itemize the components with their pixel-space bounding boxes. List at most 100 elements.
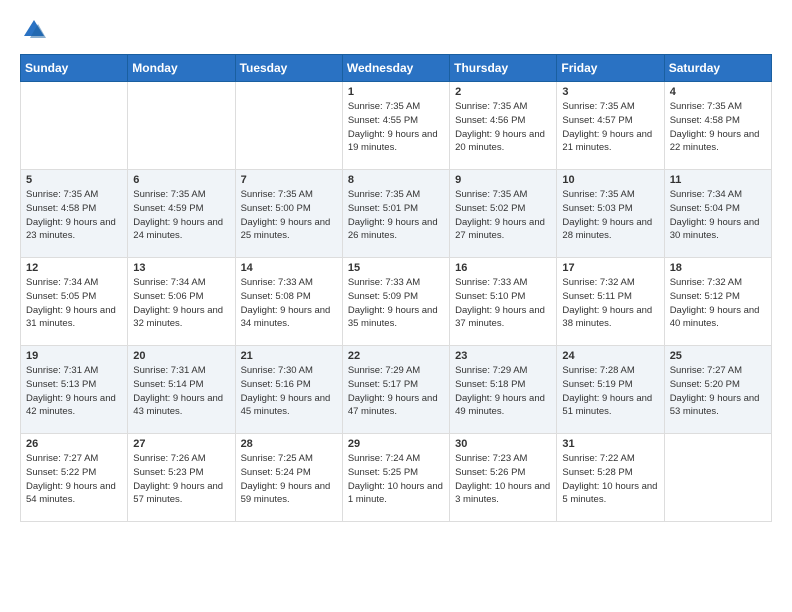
day-info: Sunrise: 7:22 AMSunset: 5:28 PMDaylight:… xyxy=(562,452,658,507)
day-number: 21 xyxy=(241,350,337,362)
day-number: 30 xyxy=(455,438,551,450)
calendar-cell: 27Sunrise: 7:26 AMSunset: 5:23 PMDayligh… xyxy=(128,434,235,522)
calendar-cell: 20 Sunrise: 7:31 AMSunset: 5:14 PMDayligh… xyxy=(128,346,235,434)
day-info: Sunrise: 7:27 AMSunset: 5:20 PMDaylight:… xyxy=(670,364,766,419)
day-info: Sunrise: 7:30 AMSunset: 5:16 PMDaylight:… xyxy=(241,364,337,419)
day-number: 23 xyxy=(455,350,551,362)
day-number: 3 xyxy=(562,86,658,98)
calendar-week-2: 5 Sunrise: 7:35 AMSunset: 4:58 PMDaylight… xyxy=(21,170,772,258)
calendar-cell: 3 Sunrise: 7:35 AMSunset: 4:57 PMDaylight… xyxy=(557,82,664,170)
day-info: Sunrise: 7:34 AMSunset: 5:06 PMDaylight:… xyxy=(133,276,229,331)
day-info: Sunrise: 7:35 AMSunset: 4:56 PMDaylight:… xyxy=(455,100,551,155)
weekday-header-saturday: Saturday xyxy=(664,55,771,82)
day-number: 13 xyxy=(133,262,229,274)
calendar-cell: 2Sunrise: 7:35 AMSunset: 4:56 PMDaylight… xyxy=(450,82,557,170)
weekday-header-friday: Friday xyxy=(557,55,664,82)
calendar-cell: 17Sunrise: 7:32 AMSunset: 5:11 PMDayligh… xyxy=(557,258,664,346)
day-number: 28 xyxy=(241,438,337,450)
day-number: 29 xyxy=(348,438,444,450)
day-number: 7 xyxy=(241,174,337,186)
day-number: 12 xyxy=(26,262,122,274)
logo-icon xyxy=(20,16,48,44)
day-info: Sunrise: 7:35 AMSunset: 5:03 PMDaylight:… xyxy=(562,188,658,243)
day-info: Sunrise: 7:31 AMSunset: 5:13 PMDaylight:… xyxy=(26,364,122,419)
calendar-cell: 30 Sunrise: 7:23 AMSunset: 5:26 PMDayligh… xyxy=(450,434,557,522)
calendar-cell: 9 Sunrise: 7:35 AMSunset: 5:02 PMDaylight… xyxy=(450,170,557,258)
calendar-cell: 1 Sunrise: 7:35 AMSunset: 4:55 PMDaylight… xyxy=(342,82,449,170)
day-info: Sunrise: 7:23 AMSunset: 5:26 PMDaylight:… xyxy=(455,452,551,507)
day-info: Sunrise: 7:34 AMSunset: 5:04 PMDaylight:… xyxy=(670,188,766,243)
calendar-cell: 29Sunrise: 7:24 AMSunset: 5:25 PMDayligh… xyxy=(342,434,449,522)
day-info: Sunrise: 7:35 AMSunset: 5:00 PMDaylight:… xyxy=(241,188,337,243)
day-number: 18 xyxy=(670,262,766,274)
weekday-header-wednesday: Wednesday xyxy=(342,55,449,82)
day-number: 11 xyxy=(670,174,766,186)
calendar-cell: 18 Sunrise: 7:32 AMSunset: 5:12 PMDayligh… xyxy=(664,258,771,346)
weekday-header-thursday: Thursday xyxy=(450,55,557,82)
day-info: Sunrise: 7:35 AMSunset: 4:58 PMDaylight:… xyxy=(26,188,122,243)
calendar-cell xyxy=(664,434,771,522)
calendar-cell xyxy=(128,82,235,170)
calendar-week-5: 26 Sunrise: 7:27 AMSunset: 5:22 PMDayligh… xyxy=(21,434,772,522)
calendar-cell xyxy=(21,82,128,170)
calendar-table: SundayMondayTuesdayWednesdayThursdayFrid… xyxy=(20,54,772,522)
calendar-cell: 25 Sunrise: 7:27 AMSunset: 5:20 PMDayligh… xyxy=(664,346,771,434)
day-info: Sunrise: 7:33 AMSunset: 5:10 PMDaylight:… xyxy=(455,276,551,331)
day-number: 20 xyxy=(133,350,229,362)
day-number: 19 xyxy=(26,350,122,362)
day-number: 9 xyxy=(455,174,551,186)
day-number: 1 xyxy=(348,86,444,98)
day-number: 22 xyxy=(348,350,444,362)
calendar-cell: 19 Sunrise: 7:31 AMSunset: 5:13 PMDayligh… xyxy=(21,346,128,434)
calendar-cell: 7 Sunrise: 7:35 AMSunset: 5:00 PMDaylight… xyxy=(235,170,342,258)
day-info: Sunrise: 7:29 AMSunset: 5:17 PMDaylight:… xyxy=(348,364,444,419)
day-number: 15 xyxy=(348,262,444,274)
day-info: Sunrise: 7:32 AMSunset: 5:11 PMDaylight:… xyxy=(562,276,658,331)
calendar-cell: 13 Sunrise: 7:34 AMSunset: 5:06 PMDayligh… xyxy=(128,258,235,346)
day-number: 27 xyxy=(133,438,229,450)
day-info: Sunrise: 7:35 AMSunset: 4:55 PMDaylight:… xyxy=(348,100,444,155)
day-info: Sunrise: 7:28 AMSunset: 5:19 PMDaylight:… xyxy=(562,364,658,419)
calendar-cell: 28 Sunrise: 7:25 AMSunset: 5:24 PMDayligh… xyxy=(235,434,342,522)
calendar-cell: 31 Sunrise: 7:22 AMSunset: 5:28 PMDayligh… xyxy=(557,434,664,522)
calendar-week-1: 1 Sunrise: 7:35 AMSunset: 4:55 PMDaylight… xyxy=(21,82,772,170)
day-info: Sunrise: 7:27 AMSunset: 5:22 PMDaylight:… xyxy=(26,452,122,507)
day-number: 26 xyxy=(26,438,122,450)
day-number: 25 xyxy=(670,350,766,362)
calendar-cell: 15Sunrise: 7:33 AMSunset: 5:09 PMDayligh… xyxy=(342,258,449,346)
calendar-cell: 21 Sunrise: 7:30 AMSunset: 5:16 PMDayligh… xyxy=(235,346,342,434)
day-info: Sunrise: 7:35 AMSunset: 5:01 PMDaylight:… xyxy=(348,188,444,243)
day-info: Sunrise: 7:34 AMSunset: 5:05 PMDaylight:… xyxy=(26,276,122,331)
calendar-cell: 4Sunrise: 7:35 AMSunset: 4:58 PMDaylight… xyxy=(664,82,771,170)
calendar-cell: 14Sunrise: 7:33 AMSunset: 5:08 PMDayligh… xyxy=(235,258,342,346)
day-number: 6 xyxy=(133,174,229,186)
day-info: Sunrise: 7:32 AMSunset: 5:12 PMDaylight:… xyxy=(670,276,766,331)
logo xyxy=(20,16,52,44)
calendar-week-4: 19 Sunrise: 7:31 AMSunset: 5:13 PMDayligh… xyxy=(21,346,772,434)
day-info: Sunrise: 7:35 AMSunset: 4:58 PMDaylight:… xyxy=(670,100,766,155)
day-number: 31 xyxy=(562,438,658,450)
calendar-cell: 8Sunrise: 7:35 AMSunset: 5:01 PMDaylight… xyxy=(342,170,449,258)
calendar-cell: 5 Sunrise: 7:35 AMSunset: 4:58 PMDaylight… xyxy=(21,170,128,258)
day-info: Sunrise: 7:25 AMSunset: 5:24 PMDaylight:… xyxy=(241,452,337,507)
day-info: Sunrise: 7:35 AMSunset: 5:02 PMDaylight:… xyxy=(455,188,551,243)
day-info: Sunrise: 7:35 AMSunset: 4:57 PMDaylight:… xyxy=(562,100,658,155)
calendar-cell: 12 Sunrise: 7:34 AMSunset: 5:05 PMDayligh… xyxy=(21,258,128,346)
day-number: 5 xyxy=(26,174,122,186)
weekday-header-monday: Monday xyxy=(128,55,235,82)
day-number: 14 xyxy=(241,262,337,274)
day-number: 16 xyxy=(455,262,551,274)
day-info: Sunrise: 7:31 AMSunset: 5:14 PMDaylight:… xyxy=(133,364,229,419)
calendar-cell: 26 Sunrise: 7:27 AMSunset: 5:22 PMDayligh… xyxy=(21,434,128,522)
weekday-header-row: SundayMondayTuesdayWednesdayThursdayFrid… xyxy=(21,55,772,82)
day-info: Sunrise: 7:35 AMSunset: 4:59 PMDaylight:… xyxy=(133,188,229,243)
calendar-cell: 16 Sunrise: 7:33 AMSunset: 5:10 PMDayligh… xyxy=(450,258,557,346)
weekday-header-tuesday: Tuesday xyxy=(235,55,342,82)
calendar-cell: 6 Sunrise: 7:35 AMSunset: 4:59 PMDaylight… xyxy=(128,170,235,258)
calendar-cell: 23Sunrise: 7:29 AMSunset: 5:18 PMDayligh… xyxy=(450,346,557,434)
day-number: 24 xyxy=(562,350,658,362)
calendar-cell: 11 Sunrise: 7:34 AMSunset: 5:04 PMDayligh… xyxy=(664,170,771,258)
day-number: 10 xyxy=(562,174,658,186)
calendar-cell: 10 Sunrise: 7:35 AMSunset: 5:03 PMDayligh… xyxy=(557,170,664,258)
calendar-week-3: 12 Sunrise: 7:34 AMSunset: 5:05 PMDayligh… xyxy=(21,258,772,346)
